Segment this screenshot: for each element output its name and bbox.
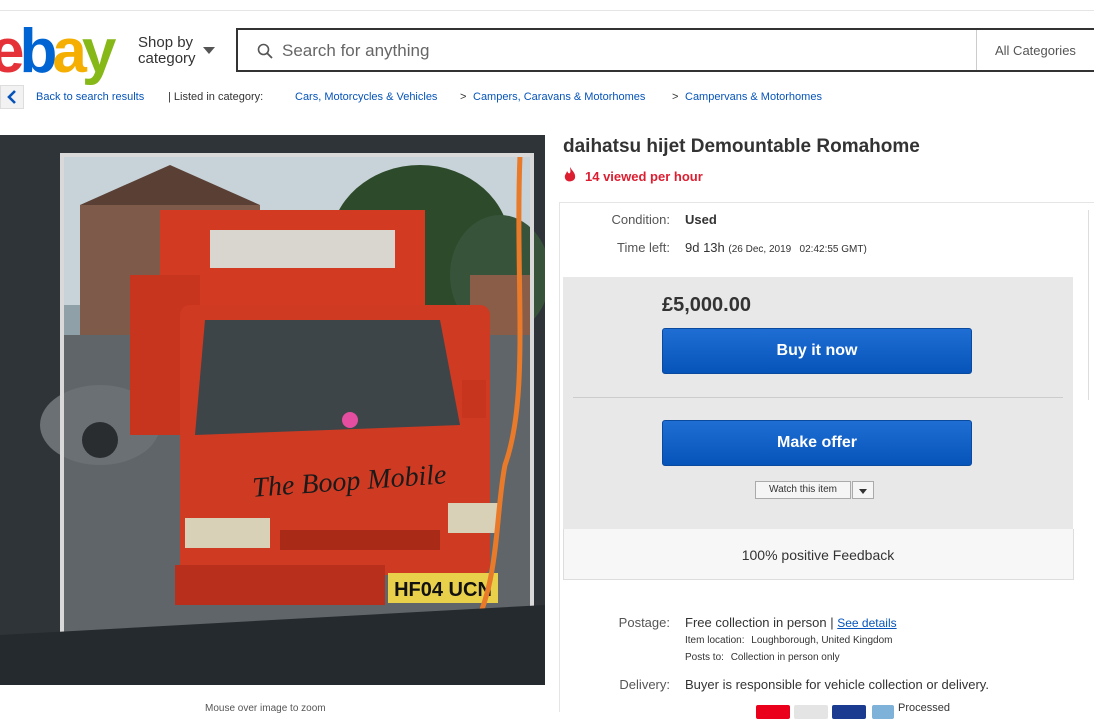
back-to-search-link[interactable]: Back to search results bbox=[36, 91, 144, 103]
search-icon bbox=[257, 43, 273, 59]
buy-box-divider bbox=[573, 397, 1063, 398]
time-left-label: Time left: bbox=[617, 240, 670, 255]
ebay-logo[interactable]: ebay bbox=[0, 17, 117, 86]
listing-photo[interactable]: HF04 UCN The Boop Mobile bbox=[0, 135, 545, 685]
back-button[interactable] bbox=[0, 85, 24, 109]
see-details-link[interactable]: See details bbox=[837, 616, 896, 630]
make-offer-button[interactable]: Make offer bbox=[662, 420, 972, 466]
time-left-duration: 9d 13h bbox=[685, 240, 725, 255]
category-select[interactable]: All Categories bbox=[995, 43, 1076, 58]
listed-in-category-label: | Listed in category: bbox=[168, 91, 264, 103]
logo-letter-e: e bbox=[0, 17, 25, 86]
visa-icon bbox=[794, 705, 828, 719]
chevron-left-icon bbox=[7, 90, 16, 104]
logo-letter-b: b bbox=[19, 17, 57, 86]
breadcrumb-campervans[interactable]: Campervans & Motorhomes bbox=[685, 91, 822, 103]
price: £5,000.00 bbox=[662, 294, 751, 316]
item-location-label: Item location: bbox=[685, 635, 745, 646]
postage-label: Postage: bbox=[618, 615, 670, 630]
buy-it-now-button[interactable]: Buy it now bbox=[662, 328, 972, 374]
posts-to: Posts to: Collection in person only bbox=[685, 652, 840, 663]
time-left-end-date: (26 Dec, 2019 02:42:55 GMT) bbox=[728, 244, 867, 255]
listing-title: daihatsu hijet Demountable Romahome bbox=[563, 136, 920, 157]
time-left-value: 9d 13h (26 Dec, 2019 02:42:55 GMT) bbox=[685, 240, 867, 255]
details-panel-left-border bbox=[559, 202, 560, 712]
views-per-hour: 14 viewed per hour bbox=[585, 169, 703, 184]
breadcrumb-cars[interactable]: Cars, Motorcycles & Vehicles bbox=[295, 91, 437, 103]
condition-label: Condition: bbox=[611, 212, 670, 227]
flame-icon bbox=[564, 167, 576, 182]
mastercard-icon bbox=[756, 705, 790, 719]
chevron-down-icon[interactable] bbox=[203, 47, 215, 54]
watch-dropdown-button[interactable] bbox=[852, 481, 874, 499]
logo-letter-a: a bbox=[52, 17, 87, 86]
shop-by-label: Shop by bbox=[138, 34, 194, 51]
image-caption: Mouse over image to zoom bbox=[205, 703, 326, 714]
postage-text: Free collection in person | bbox=[685, 615, 834, 630]
chevron-down-icon bbox=[859, 489, 867, 494]
van-photo-image: HF04 UCN The Boop Mobile bbox=[0, 135, 545, 685]
posts-to-value: Collection in person only bbox=[730, 652, 840, 663]
category-divider bbox=[976, 30, 977, 70]
breadcrumb-separator: > bbox=[460, 91, 467, 103]
seller-feedback: 100% positive Feedback bbox=[741, 547, 895, 563]
postage-value: Free collection in person | See details bbox=[685, 615, 897, 630]
top-divider bbox=[0, 10, 1094, 11]
posts-to-label: Posts to: bbox=[685, 652, 724, 663]
item-location: Item location: Loughborough, United King… bbox=[685, 635, 892, 646]
processed-by-label: Processed bbox=[898, 702, 950, 714]
delivery-value: Buyer is responsible for vehicle collect… bbox=[685, 677, 989, 692]
category-label: category bbox=[138, 50, 196, 67]
license-plate-text: HF04 UCN bbox=[394, 579, 492, 601]
condition-value: Used bbox=[685, 212, 717, 227]
shop-by-category-button[interactable]: Shop by category bbox=[138, 35, 196, 67]
item-location-value: Loughborough, United Kingdom bbox=[751, 635, 893, 646]
paypal-icon bbox=[872, 705, 894, 719]
maestro-icon bbox=[832, 705, 866, 719]
logo-letter-y: y bbox=[81, 17, 117, 86]
watch-item-button[interactable]: Watch this item bbox=[755, 481, 851, 499]
details-panel-top-border bbox=[559, 202, 1094, 203]
breadcrumb-separator: > bbox=[672, 91, 679, 103]
scroll-edge bbox=[1088, 210, 1094, 400]
delivery-label: Delivery: bbox=[619, 677, 670, 692]
breadcrumb-campers[interactable]: Campers, Caravans & Motorhomes bbox=[473, 91, 645, 103]
search-input[interactable] bbox=[282, 37, 962, 65]
